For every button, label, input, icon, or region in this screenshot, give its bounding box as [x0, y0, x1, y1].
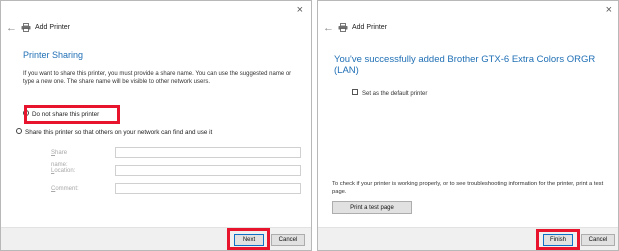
comment-label: Comment: [51, 186, 79, 192]
success-message: You've successfully added Brother GTX-6 … [334, 54, 596, 76]
radio-unselected-icon [16, 128, 22, 135]
wizard-header: ← Add Printer [318, 21, 618, 35]
wizard-header: ← Add Printer [1, 21, 311, 35]
test-page-info: To check if your printer is working prop… [332, 181, 604, 195]
close-button[interactable]: × [606, 4, 612, 16]
highlight-box-do-not-share [24, 105, 120, 124]
cancel-button[interactable]: Cancel [271, 234, 305, 246]
radio-share-printer[interactable]: Share this printer so that others on you… [16, 127, 212, 139]
default-printer-checkbox-row[interactable]: Set as the default printer [352, 89, 428, 99]
back-arrow-icon[interactable]: ← [6, 21, 17, 35]
default-printer-checkbox[interactable] [352, 89, 358, 96]
location-label: Location: [51, 168, 76, 174]
add-printer-dialog-sharing: × ← Add Printer Printer Sharing If you w… [0, 0, 312, 251]
wizard-title: Add Printer [352, 24, 388, 31]
wizard-title: Add Printer [35, 24, 71, 31]
page-title: Printer Sharing [23, 50, 84, 60]
share-name-input[interactable] [115, 147, 301, 158]
radio-share-printer-label: Share this printer so that others on you… [25, 129, 213, 136]
back-arrow-icon[interactable]: ← [323, 21, 334, 35]
highlight-box-finish [536, 229, 580, 250]
sharing-description: If you want to share this printer, you m… [23, 71, 292, 85]
add-printer-dialog-success: × ← Add Printer You've successfully adde… [317, 0, 619, 251]
location-input[interactable] [115, 165, 301, 176]
close-button[interactable]: × [297, 4, 303, 16]
comment-input[interactable] [115, 183, 301, 194]
printer-icon [338, 23, 348, 32]
highlight-box-next [227, 228, 270, 250]
default-printer-label: Set as the default printer [362, 91, 428, 97]
printer-icon [21, 23, 31, 32]
cancel-button[interactable]: Cancel [581, 234, 615, 246]
print-test-page-button[interactable]: Print a test page [332, 201, 412, 214]
